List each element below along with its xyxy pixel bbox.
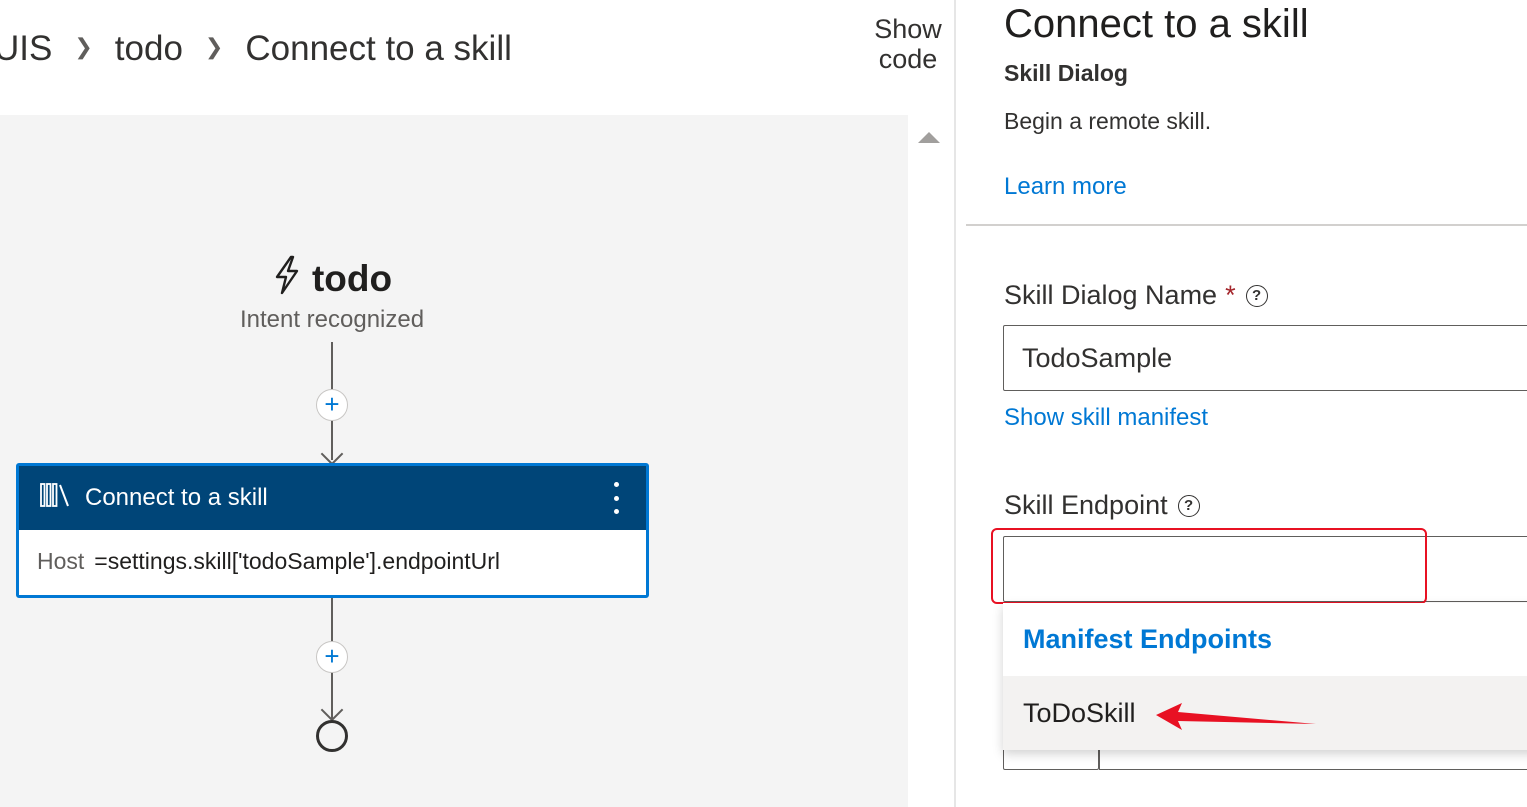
trigger-title: todo [311, 258, 393, 299]
help-icon[interactable]: ? [1177, 494, 1200, 517]
node-property-key: Host [37, 548, 85, 574]
trigger-node[interactable]: todo Intent recognized [232, 254, 432, 334]
show-code-button[interactable]: Show code [860, 14, 956, 74]
annotation-arrow-icon [1156, 703, 1316, 730]
chevron-right-icon: ❯ [74, 34, 93, 59]
connect-to-skill-node[interactable]: Connect to a skill Host =settings.skill['… [16, 463, 649, 598]
more-options-icon[interactable] [606, 482, 626, 514]
add-step-button[interactable]: + [316, 641, 348, 673]
divider [966, 224, 1527, 226]
skill-endpoint-label-text: Skill Endpoint [1004, 490, 1168, 520]
breadcrumb-item-current: Connect to a skill [245, 29, 512, 68]
chevron-right-icon: ❯ [204, 34, 224, 59]
panel-title: Connect to a skill [1004, 2, 1309, 46]
required-mark: * [1225, 280, 1236, 310]
scroll-up-arrow-icon[interactable] [918, 132, 940, 143]
breadcrumb: UIS ❯ todo ❯ Connect to a skill [0, 26, 512, 72]
skill-dialog-name-input[interactable]: TodoSample [1003, 325, 1527, 391]
dropdown-group-header: Manifest Endpoints [1023, 624, 1272, 654]
node-property-value: =settings.skill['todoSample'].endpointUr… [94, 548, 501, 574]
skill-endpoint-label: Skill Endpoint ? [1004, 490, 1200, 521]
trigger-subtitle: Intent recognized [239, 306, 425, 333]
breadcrumb-item-uis[interactable]: UIS [0, 29, 52, 69]
panel-subtitle: Skill Dialog [1004, 60, 1128, 86]
lightning-bolt-icon [272, 255, 302, 304]
show-code-label-line1: Show [874, 14, 942, 44]
annotation-highlight-box [991, 528, 1427, 604]
show-code-label-line2: code [878, 44, 938, 74]
breadcrumb-item-todo[interactable]: todo [115, 29, 183, 69]
panel-description: Begin a remote skill. [1004, 108, 1212, 134]
add-step-button[interactable]: + [316, 389, 348, 421]
show-skill-manifest-link[interactable]: Show skill manifest [1004, 404, 1208, 432]
canvas-scrollbar[interactable] [908, 115, 950, 807]
help-icon[interactable]: ? [1245, 284, 1268, 307]
node-header: Connect to a skill [19, 466, 646, 530]
node-title: Connect to a skill [85, 484, 268, 511]
flow-canvas[interactable] [0, 115, 908, 807]
library-icon [39, 482, 71, 515]
skill-dialog-name-label-text: Skill Dialog Name [1004, 280, 1218, 310]
pane-divider[interactable] [954, 0, 956, 807]
skill-dialog-name-label: Skill Dialog Name * ? [1004, 280, 1268, 311]
flow-end-icon [316, 720, 348, 752]
node-body: Host =settings.skill['todoSample'].endpoi… [19, 530, 646, 575]
learn-more-link[interactable]: Learn more [1004, 173, 1127, 201]
